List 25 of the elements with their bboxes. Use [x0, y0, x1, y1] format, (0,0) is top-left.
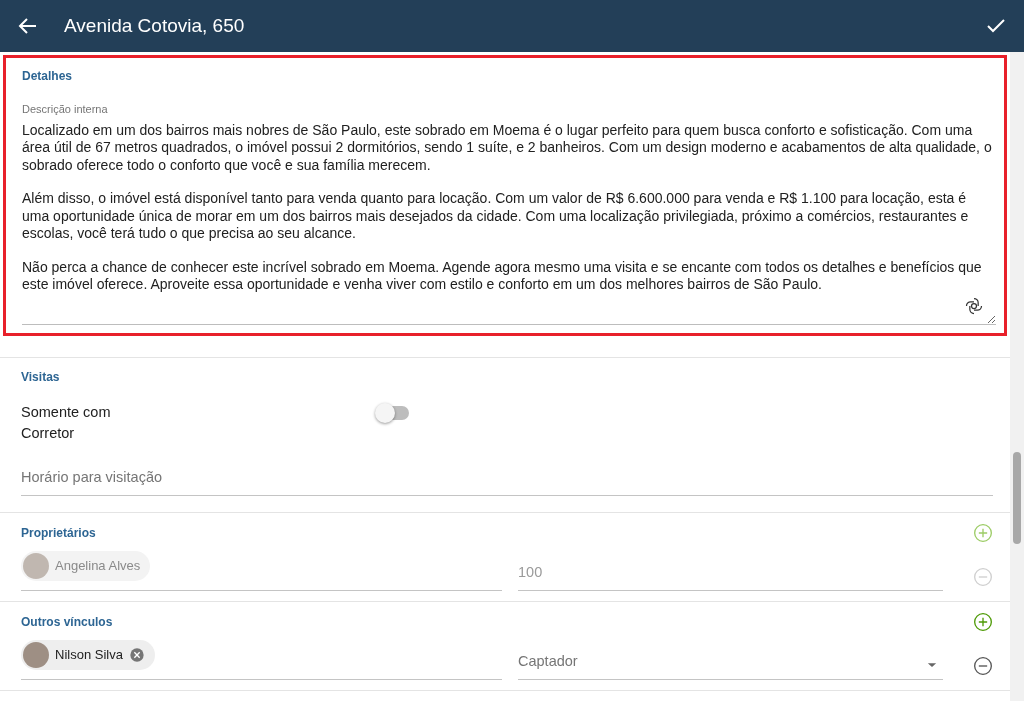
add-button[interactable] [973, 611, 993, 632]
toggle-switch[interactable] [377, 405, 409, 420]
section-heading: Proprietários [21, 524, 96, 542]
minus-circle-icon [973, 566, 993, 587]
section-heading: Outros vínculos [21, 613, 113, 631]
share-field: 100 [518, 556, 943, 591]
section-heading: Detalhes [22, 68, 74, 85]
minus-circle-icon [973, 655, 993, 676]
page-title: Avenida Cotovia, 650 [64, 13, 246, 38]
description-field[interactable]: Localizado em um dos bairros mais nobres de São Paulo, este sobrado em Moema é o lugar perfeito para quem busca conforto e sofisticação. Com uma área útil de 67 metros quadrados, o imóvel possui 2 dormitórios, sendo 1 suíte, e 2 banheiros. Com um design moderno e acabamentos de alta qualidade, o sobrado oferece todo o conforto que você e sua família merecem. Além disso, o imóvel está disponível tanto para venda quanto para locação. Com um valor de R$ 6.600.000 para venda e R$ 1.100 para locação, esta é uma oportunidade única de morar em um dos bairros mais desejados da cidade. Com uma localização privilegiada, próximo a comércios, restaurantes e escolas, você terá tudo o que precisa ao seu alcance. Não perca a chance de conhecer este incrível sobrado em Moema. Agende agora mesmo uma visita e se encante com todos os detalhes e benefícios que este imóvel oferece. Aproveite essa oportunidade e venha viver com estilo e conforto em um dos melhores bairros de São Paulo. [22, 117, 996, 325]
person-name: Nilson Silva [55, 646, 123, 664]
person-name: Angelina Alves [55, 557, 141, 575]
plus-circle-icon [973, 611, 993, 632]
schedule-field[interactable]: Horário para visitação [21, 461, 993, 496]
role-select[interactable]: Captador [518, 645, 943, 680]
remove-row-button[interactable] [973, 655, 993, 676]
plus-circle-icon [973, 522, 993, 543]
person-chip[interactable]: Nilson Silva [21, 639, 155, 670]
section-heading: Visitas [21, 368, 61, 386]
avatar [23, 641, 49, 668]
remove-icon[interactable] [128, 646, 145, 663]
field-label: Descrição interna [22, 102, 109, 117]
avatar [23, 552, 49, 579]
toggle-label: Somente com Corretor [21, 402, 112, 444]
knot-icon[interactable] [964, 295, 984, 316]
